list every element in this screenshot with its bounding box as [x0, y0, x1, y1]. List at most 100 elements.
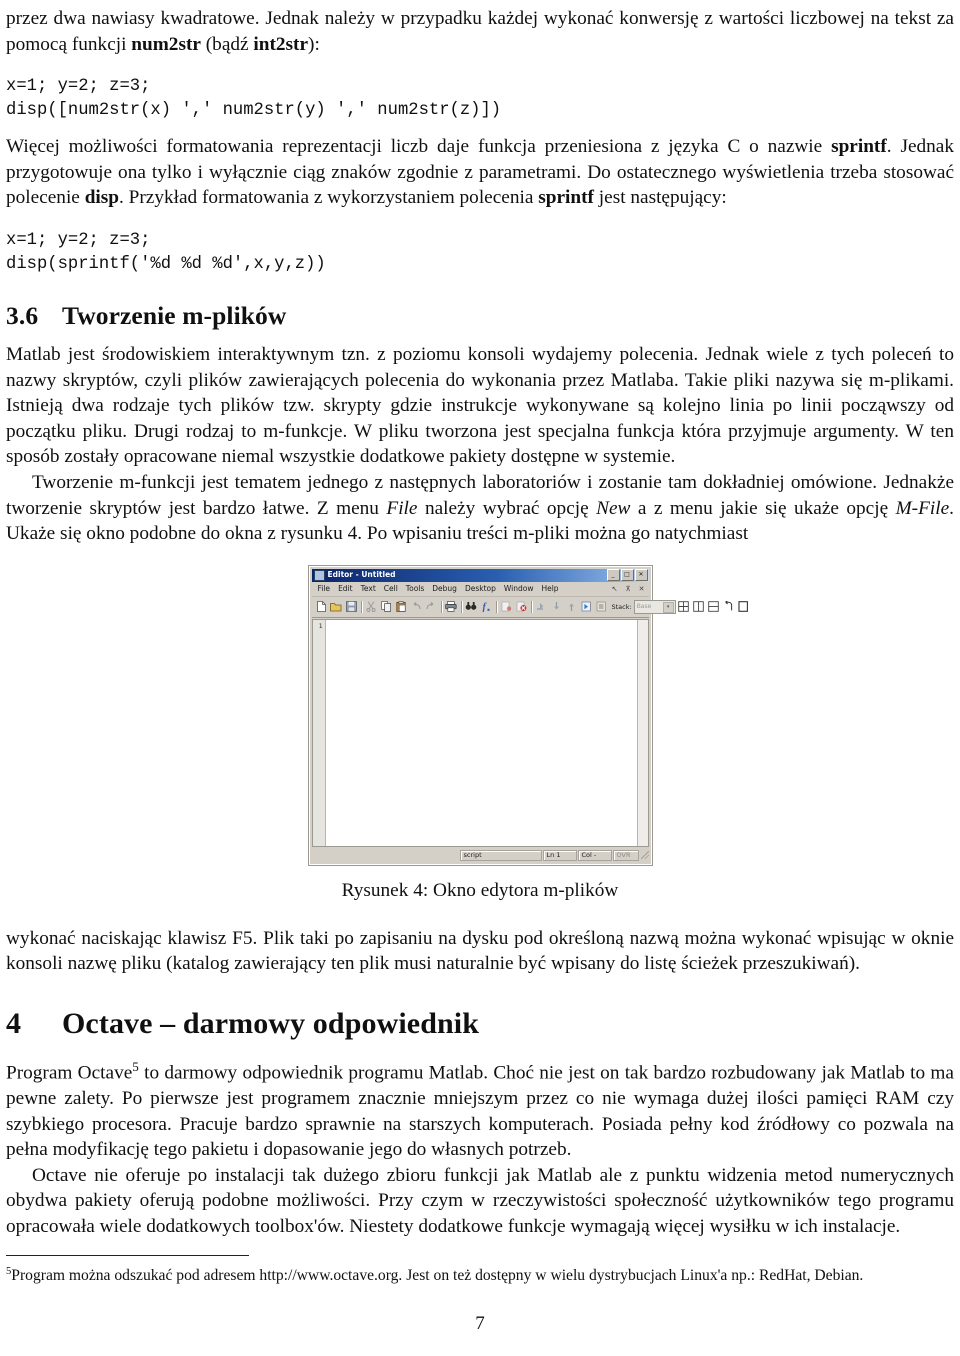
menu-item-cell[interactable]: Cell: [380, 583, 402, 595]
p1-text-c: (bądź: [200, 33, 254, 55]
step-in-icon[interactable]: [549, 599, 564, 614]
p4-text-b: należy wybrać opcję: [417, 497, 597, 519]
editor-window-title: Editor - Untitled: [327, 570, 396, 580]
step-out-icon[interactable]: [564, 599, 579, 614]
menu-item-window[interactable]: Window: [500, 583, 538, 595]
p1-bold-num2str: num2str: [131, 33, 201, 55]
status-col-value: -: [593, 851, 597, 860]
print-icon[interactable]: [444, 599, 459, 614]
section-heading-3-6: 3.6 Tworzenie m-plików: [6, 301, 954, 331]
clear-breakpoints-icon[interactable]: [514, 599, 529, 614]
p2-text-d: jest następujący:: [593, 187, 727, 209]
chevron-down-icon[interactable]: ▾: [662, 601, 674, 613]
new-file-icon[interactable]: [314, 599, 329, 614]
status-overwrite: OVR: [612, 849, 639, 861]
editor-text-area[interactable]: [325, 619, 637, 846]
find-icon[interactable]: [464, 599, 479, 614]
close-document-icon[interactable]: ✕: [635, 583, 649, 595]
minimize-button[interactable]: _: [606, 569, 620, 582]
page-number: 7: [475, 1312, 485, 1334]
status-line: Ln 1: [542, 849, 577, 861]
split-vertical-icon[interactable]: [691, 599, 706, 614]
menu-item-edit[interactable]: Edit: [334, 583, 357, 595]
paste-icon[interactable]: [394, 599, 409, 614]
toolbar-separator: [459, 600, 464, 614]
svg-text:f: f: [482, 602, 487, 612]
status-line-value: 1: [556, 851, 561, 860]
p6-text-b: to darmowy odpowiednik programu Matlab. …: [6, 1062, 954, 1161]
dock-icon[interactable]: ⊼: [622, 583, 635, 595]
section-title-4: Octave – darmowy odpowiednik: [62, 1006, 479, 1040]
copy-icon[interactable]: [379, 599, 394, 614]
code-block-num2str: x=1; y=2; z=3; disp([num2str(x) ',' num2…: [6, 77, 502, 121]
stack-dropdown-value: Base: [636, 603, 652, 611]
section-number-4: 4: [6, 1006, 22, 1040]
editor-app-icon: [313, 569, 325, 581]
toolbar-separator: [359, 600, 364, 614]
footnote-text: Program można odszukać pod adresem http:…: [11, 1267, 864, 1285]
menu-item-file[interactable]: File: [314, 583, 335, 595]
p2-bold-sprintf: sprintf: [831, 136, 887, 158]
figure-caption: Rysunek 4: Okno edytora m-plików: [341, 879, 619, 901]
save-file-icon[interactable]: [344, 599, 359, 614]
menu-item-debug[interactable]: Debug: [428, 583, 461, 595]
code-block-sprintf: x=1; y=2; z=3; disp(sprintf('%d %d %d',x…: [6, 230, 326, 274]
paragraph-sprintf: Więcej możliwości formatowania reprezent…: [6, 134, 954, 211]
maximize-button[interactable]: □: [620, 569, 634, 582]
window-controls: _ □ ✕: [606, 569, 648, 582]
editor-menu-bar: File Edit Text Cell Tools Debug Desktop …: [311, 581, 649, 597]
maximize-pane-icon[interactable]: [736, 599, 751, 614]
paragraph-octave-intro: Program Octave5 to darmowy odpowiednik p…: [6, 1054, 954, 1163]
exit-debug-icon[interactable]: [594, 599, 609, 614]
paragraph-mpliki: Matlab jest środowiskiem interaktywnym t…: [6, 343, 954, 468]
undock-arrow-icon[interactable]: ↖: [608, 583, 622, 595]
set-breakpoint-icon[interactable]: [499, 599, 514, 614]
close-button[interactable]: ✕: [634, 569, 648, 582]
menu-item-help[interactable]: Help: [537, 583, 562, 595]
function-browser-icon[interactable]: f: [479, 599, 494, 614]
section-title-3-6: Tworzenie m-plików: [62, 300, 287, 330]
p6-text-a: Program Octave: [6, 1062, 133, 1084]
redo-icon[interactable]: [424, 599, 439, 614]
footnote-rule: [6, 1255, 249, 1257]
matlab-editor-window: Editor - Untitled _ □ ✕ File Edit Text C…: [307, 564, 748, 866]
p1-bold-int2str: int2str: [253, 33, 309, 55]
split-horizontal-icon[interactable]: [706, 599, 721, 614]
editor-title-bar: Editor - Untitled _ □ ✕: [311, 568, 649, 582]
editor-toolbar: f Stack: Base ▾: [311, 596, 748, 618]
continue-icon[interactable]: [579, 599, 594, 614]
paragraph-octave-functions: Octave nie oferuje po instalacji tak duż…: [6, 1164, 954, 1237]
menu-item-text[interactable]: Text: [357, 583, 380, 595]
vertical-scrollbar[interactable]: [636, 619, 648, 846]
stack-dropdown[interactable]: Base ▾: [633, 599, 676, 614]
p4-italic-mfile: M-File: [895, 497, 950, 519]
step-icon[interactable]: [534, 599, 549, 614]
toolbar-separator: [529, 600, 534, 614]
menu-item-tools[interactable]: Tools: [402, 583, 428, 595]
status-line-label: Ln: [546, 851, 555, 860]
p4-italic-file: File: [386, 497, 418, 519]
resize-grip[interactable]: [640, 851, 649, 860]
line-number-gutter: 1: [312, 619, 326, 846]
section-heading-4: 4 Octave – darmowy odpowiednik: [6, 1007, 954, 1041]
p4-text-c: a z menu jakie się ukaże opcję: [630, 497, 896, 519]
cut-icon[interactable]: [364, 599, 379, 614]
toolbar-separator: [439, 600, 444, 614]
undock-icon[interactable]: [721, 599, 736, 614]
paragraph-num2str: przez dwa nawiasy kwadratowe. Jednak nal…: [6, 6, 954, 57]
footnote-5: 5Program można odszukać pod adresem http…: [6, 1261, 954, 1286]
open-file-icon[interactable]: [329, 599, 344, 614]
status-column: Col -: [577, 849, 612, 861]
p2-bold-disp: disp: [84, 187, 120, 209]
figure-editor-screenshot: Editor - Untitled _ □ ✕ File Edit Text C…: [6, 564, 954, 866]
document-page: przez dwa nawiasy kwadratowe. Jednak nal…: [0, 0, 960, 1356]
p4-italic-new: New: [596, 497, 631, 519]
status-file-type: script: [459, 849, 542, 861]
tile-icon[interactable]: [676, 599, 691, 614]
p1-text-d: ):: [308, 33, 320, 55]
menu-item-desktop[interactable]: Desktop: [461, 583, 500, 595]
p1-text-a: przez dwa nawiasy kwadratowe.: [6, 8, 266, 29]
status-col-label: Col: [581, 851, 592, 860]
undo-icon[interactable]: [409, 599, 424, 614]
p2-text-c: . Przykład formatowania z wykorzystaniem…: [119, 187, 539, 209]
